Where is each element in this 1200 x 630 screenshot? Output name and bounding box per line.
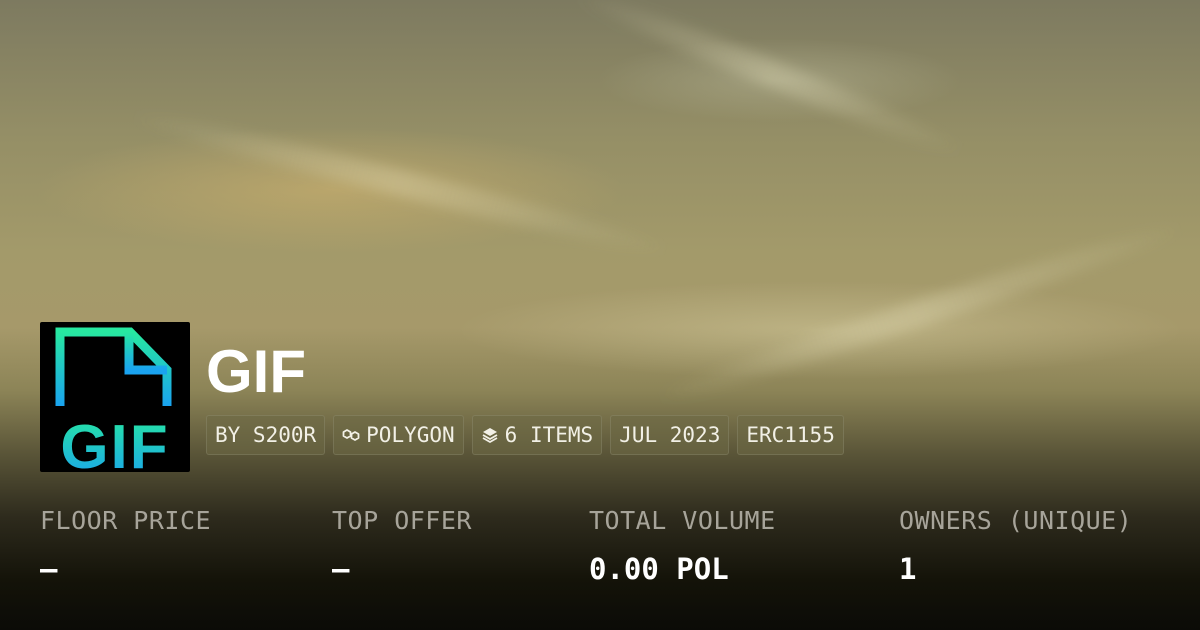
stat-top-offer: TOP OFFER – (332, 500, 472, 596)
file-icon: GIF (55, 327, 172, 472)
collection-stats: FLOOR PRICE – TOP OFFER – TOTAL VOLUME 0… (0, 500, 1200, 630)
stat-total-volume: TOTAL VOLUME 0.00 POL (589, 500, 776, 596)
stat-floor-price: FLOOR PRICE – (40, 500, 211, 596)
stat-value: – (332, 552, 350, 586)
stat-label: TOP OFFER (332, 506, 472, 535)
stat-owners: OWNERS (UNIQUE) 1 (899, 500, 1132, 596)
collection-logo: GIF (40, 322, 190, 472)
logo-text: GIF (60, 413, 169, 472)
chain-label: POLYGON (366, 423, 455, 447)
stat-value: 1 (899, 552, 917, 586)
standard-badge: ERC1155 (737, 415, 844, 455)
date-label: JUL 2023 (619, 423, 721, 447)
polygon-icon (342, 429, 360, 441)
chain-badge[interactable]: POLYGON (333, 415, 464, 455)
creator-badge[interactable]: BY S200R (206, 415, 326, 455)
items-label: 6 ITEMS (504, 423, 594, 447)
date-badge: JUL 2023 (610, 415, 730, 455)
stat-label: FLOOR PRICE (40, 506, 212, 535)
creator-label: BY S200R (215, 423, 317, 447)
stat-label: OWNERS (UNIQUE) (899, 506, 1133, 535)
collection-badges: BY S200R POLYGON 6 ITEMS JUL 2023 ERC115… (206, 415, 844, 455)
stat-value: 0.00 POL (589, 552, 729, 586)
items-badge[interactable]: 6 ITEMS (471, 415, 603, 455)
stat-label: TOTAL VOLUME (589, 506, 776, 535)
standard-label: ERC1155 (746, 423, 835, 447)
layers-icon (482, 428, 498, 444)
stat-value: – (40, 552, 58, 586)
collection-title: GIF (206, 338, 306, 405)
